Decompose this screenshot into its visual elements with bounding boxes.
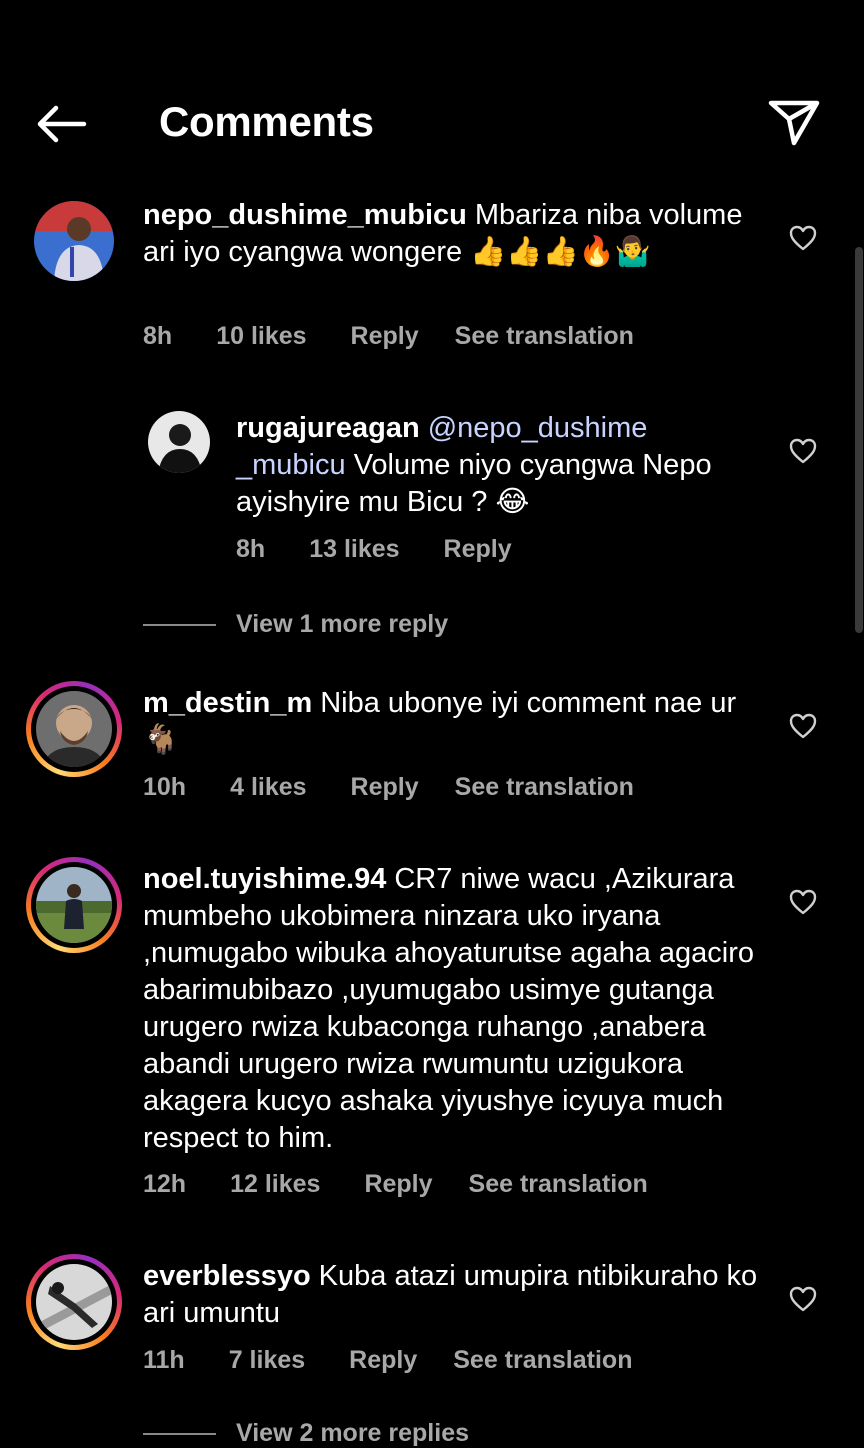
heart-icon	[789, 713, 817, 739]
see-translation-button[interactable]: See translation	[455, 773, 634, 802]
like-button[interactable]	[788, 224, 818, 252]
send-icon	[768, 100, 820, 146]
comment-likes[interactable]: 12 likes	[230, 1170, 320, 1199]
comment-username[interactable]: nepo_dushime_mubicu	[143, 199, 467, 231]
comment-meta: 11h 7 likes Reply See translation	[143, 1346, 676, 1375]
divider	[143, 623, 216, 626]
comment-text: CR7 niwe wacu ,Azikurara mumbeho ukobime…	[143, 863, 755, 1154]
comment-time: 12h	[143, 1170, 187, 1198]
reply-time: 8h	[236, 535, 266, 563]
comment-meta: 12h 12 likes Reply See translation	[143, 1170, 692, 1199]
heart-icon	[789, 1286, 817, 1312]
see-translation-button[interactable]: See translation	[453, 1346, 632, 1375]
like-button[interactable]	[788, 437, 818, 465]
see-translation-button[interactable]: See translation	[469, 1170, 648, 1199]
divider	[143, 1432, 216, 1435]
avatar-story-ring[interactable]	[26, 857, 122, 953]
back-button[interactable]	[32, 100, 90, 148]
reply-likes[interactable]: 13 likes	[309, 535, 399, 564]
arrow-left-icon	[37, 105, 87, 143]
reply-button[interactable]: Reply	[364, 1170, 432, 1199]
comment-likes[interactable]: 4 likes	[230, 773, 306, 802]
like-button[interactable]	[788, 712, 818, 740]
view-more-label: View 1 more reply	[236, 610, 449, 638]
comment-time: 8h	[143, 322, 173, 350]
avatar	[36, 867, 112, 943]
comment-meta: 8h 10 likes Reply See translation	[143, 322, 678, 351]
like-button[interactable]	[788, 1285, 818, 1313]
avatar[interactable]	[148, 411, 210, 473]
view-more-replies-button[interactable]: View 1 more reply	[143, 610, 448, 639]
see-translation-button[interactable]: See translation	[455, 322, 634, 351]
top-bar: Comments	[0, 0, 864, 170]
comment-time: 11h	[143, 1346, 185, 1374]
comment-username[interactable]: m_destin_m	[143, 687, 312, 719]
heart-icon	[789, 889, 817, 915]
reply-button[interactable]: Reply	[444, 535, 512, 564]
heart-icon	[789, 225, 817, 251]
avatar[interactable]	[34, 201, 114, 281]
avatar-story-ring[interactable]	[26, 681, 122, 777]
share-button[interactable]	[766, 98, 822, 148]
page-title: Comments	[159, 98, 374, 145]
reply-username[interactable]: rugajureagan	[236, 412, 420, 444]
comment-time: 10h	[143, 773, 187, 801]
avatar	[36, 691, 112, 767]
reply-button[interactable]: Reply	[349, 1346, 417, 1375]
reply-button[interactable]: Reply	[351, 773, 419, 802]
comment-likes[interactable]: 10 likes	[216, 322, 306, 351]
comment-meta: 10h 4 likes Reply See translation	[143, 773, 678, 802]
avatar-story-ring[interactable]	[26, 1254, 122, 1350]
reply-button[interactable]: Reply	[351, 322, 419, 351]
scrollbar[interactable]	[855, 247, 863, 633]
reply-meta: 8h 13 likes Reply	[236, 535, 556, 564]
heart-icon	[789, 438, 817, 464]
comment-username[interactable]: everblessyo	[143, 1260, 311, 1292]
like-button[interactable]	[788, 888, 818, 916]
comment-likes[interactable]: 7 likes	[229, 1346, 305, 1375]
comment-username[interactable]: noel.tuyishime.94	[143, 863, 386, 895]
avatar	[36, 1264, 112, 1340]
